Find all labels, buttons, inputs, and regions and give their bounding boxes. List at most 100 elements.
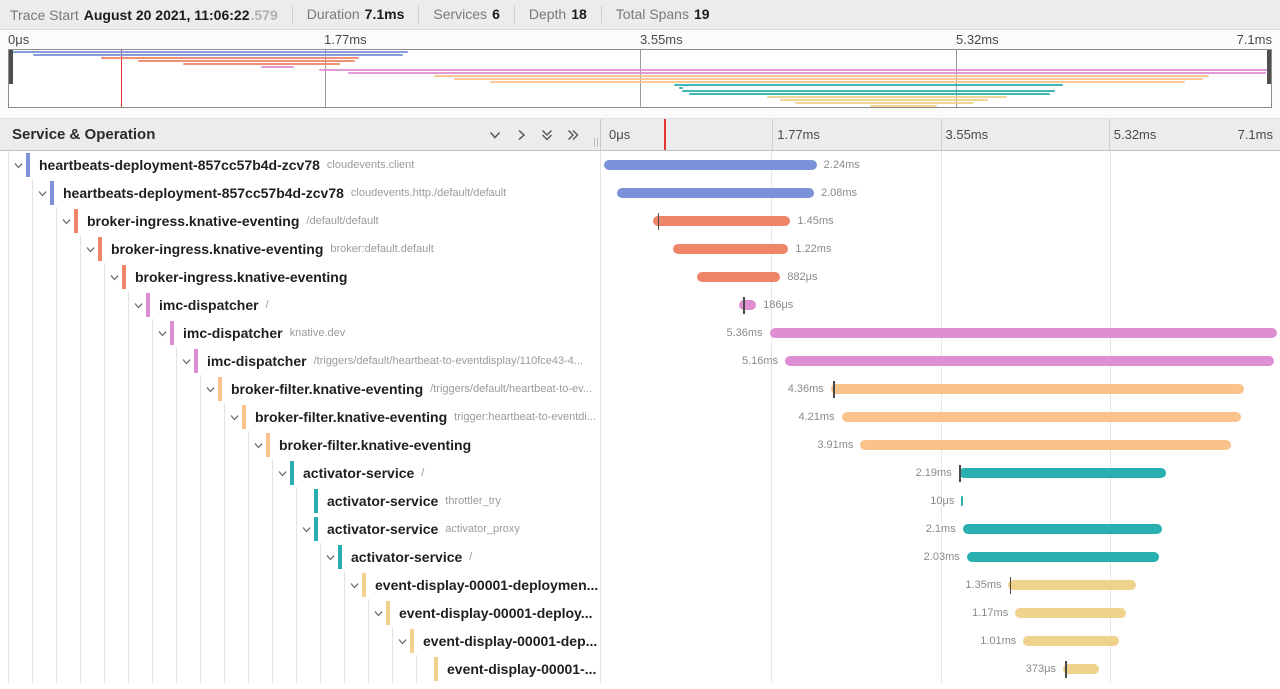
double-chevron-down-icon[interactable] — [540, 128, 554, 142]
span-bar[interactable] — [770, 328, 1277, 338]
span-timeline-cell[interactable]: 2.19ms — [600, 459, 1280, 487]
span-row[interactable]: event-display-00001-deploy... 1.17ms — [0, 599, 1280, 627]
span-row[interactable]: broker-filter.knative-eventing /triggers… — [0, 375, 1280, 403]
span-timeline-cell[interactable]: 2.1ms — [600, 515, 1280, 543]
chevron-right-icon[interactable] — [514, 128, 528, 142]
span-row[interactable]: activator-service / 2.03ms — [0, 543, 1280, 571]
span-bar[interactable] — [785, 356, 1274, 366]
span-log-marker[interactable] — [833, 381, 835, 398]
span-name-cell[interactable]: broker-ingress.knative-eventing — [0, 263, 600, 291]
span-bar[interactable] — [967, 552, 1159, 562]
span-bar[interactable] — [697, 272, 780, 282]
span-name-cell[interactable]: activator-service activator_proxy — [0, 515, 600, 543]
span-name-cell[interactable]: broker-filter.knative-eventing trigger:h… — [0, 403, 600, 431]
minimap-canvas[interactable] — [8, 49, 1272, 108]
chevron-down-icon[interactable] — [154, 328, 170, 339]
span-row[interactable]: broker-ingress.knative-eventing /default… — [0, 207, 1280, 235]
span-name-cell[interactable]: broker-filter.knative-eventing /triggers… — [0, 375, 600, 403]
span-name-cell[interactable]: broker-filter.knative-eventing — [0, 431, 600, 459]
span-timeline-cell[interactable]: 2.08ms — [600, 179, 1280, 207]
chevron-down-icon[interactable] — [298, 524, 314, 535]
span-bar[interactable] — [961, 496, 963, 506]
span-row[interactable]: activator-service / 2.19ms — [0, 459, 1280, 487]
span-timeline-cell[interactable]: 2.24ms — [600, 151, 1280, 179]
span-name-cell[interactable]: imc-dispatcher / — [0, 291, 600, 319]
chevron-down-icon[interactable] — [274, 468, 290, 479]
span-log-marker[interactable] — [1065, 661, 1067, 678]
span-row[interactable]: event-display-00001-dep... 1.01ms — [0, 627, 1280, 655]
span-bar[interactable] — [1008, 580, 1136, 590]
span-timeline-cell[interactable]: 10μs — [600, 487, 1280, 515]
chevron-down-icon[interactable] — [322, 552, 338, 563]
span-timeline-cell[interactable]: 1.22ms — [600, 235, 1280, 263]
chevron-down-icon[interactable] — [82, 244, 98, 255]
span-log-marker[interactable] — [743, 297, 745, 314]
span-name-cell[interactable]: activator-service / — [0, 543, 600, 571]
span-row[interactable]: imc-dispatcher / 186μs — [0, 291, 1280, 319]
span-name-cell[interactable]: heartbeats-deployment-857cc57b4d-zcv78 c… — [0, 151, 600, 179]
span-bar[interactable] — [842, 412, 1241, 422]
span-row[interactable]: broker-filter.knative-eventing trigger:h… — [0, 403, 1280, 431]
span-bar[interactable] — [831, 384, 1244, 394]
span-timeline-cell[interactable]: 5.16ms — [600, 347, 1280, 375]
span-name-cell[interactable]: event-display-00001-dep... — [0, 627, 600, 655]
span-timeline-cell[interactable]: 4.21ms — [600, 403, 1280, 431]
span-bar[interactable] — [1063, 664, 1099, 674]
chevron-down-icon[interactable] — [202, 384, 218, 395]
span-timeline-cell[interactable]: 2.03ms — [600, 543, 1280, 571]
span-row[interactable]: broker-ingress.knative-eventing broker:d… — [0, 235, 1280, 263]
span-log-marker[interactable] — [959, 465, 961, 482]
span-bar[interactable] — [959, 468, 1166, 478]
span-row[interactable]: event-display-00001-... 373μs — [0, 655, 1280, 683]
span-timeline-cell[interactable]: 4.36ms — [600, 375, 1280, 403]
chevron-down-icon[interactable] — [106, 272, 122, 283]
span-row[interactable]: heartbeats-deployment-857cc57b4d-zcv78 c… — [0, 151, 1280, 179]
chevron-down-icon[interactable] — [130, 300, 146, 311]
span-name-cell[interactable]: activator-service / — [0, 459, 600, 487]
span-row[interactable]: imc-dispatcher /triggers/default/heartbe… — [0, 347, 1280, 375]
span-row[interactable]: heartbeats-deployment-857cc57b4d-zcv78 c… — [0, 179, 1280, 207]
span-timeline-cell[interactable]: 882μs — [600, 263, 1280, 291]
span-timeline-cell[interactable]: 186μs — [600, 291, 1280, 319]
span-timeline-cell[interactable]: 1.17ms — [600, 599, 1280, 627]
span-name-cell[interactable]: event-display-00001-deploymen... — [0, 571, 600, 599]
span-bar[interactable] — [673, 244, 789, 254]
span-name-cell[interactable]: broker-ingress.knative-eventing /default… — [0, 207, 600, 235]
span-log-marker[interactable] — [658, 213, 660, 230]
span-row[interactable]: activator-service activator_proxy 2.1ms — [0, 515, 1280, 543]
span-bar[interactable] — [739, 300, 756, 310]
span-bar[interactable] — [860, 440, 1231, 450]
span-bar[interactable] — [1015, 608, 1126, 618]
span-name-cell[interactable]: event-display-00001-deploy... — [0, 599, 600, 627]
chevron-down-icon[interactable] — [178, 356, 194, 367]
span-timeline-cell[interactable]: 373μs — [600, 655, 1280, 683]
span-name-cell[interactable]: activator-service throttler_try — [0, 487, 600, 515]
span-row[interactable]: broker-ingress.knative-eventing 882μs — [0, 263, 1280, 291]
span-timeline-cell[interactable]: 3.91ms — [600, 431, 1280, 459]
double-chevron-right-icon[interactable] — [566, 128, 580, 142]
chevron-down-icon[interactable] — [34, 188, 50, 199]
span-row[interactable]: event-display-00001-deploymen... 1.35ms — [0, 571, 1280, 599]
span-name-cell[interactable]: heartbeats-deployment-857cc57b4d-zcv78 c… — [0, 179, 600, 207]
span-bar[interactable] — [1023, 636, 1119, 646]
span-name-cell[interactable]: imc-dispatcher knative.dev — [0, 319, 600, 347]
span-bar[interactable] — [617, 188, 814, 198]
minimap-left-handle[interactable] — [9, 50, 13, 84]
span-timeline-cell[interactable]: 5.36ms — [600, 319, 1280, 347]
span-row[interactable]: broker-filter.knative-eventing 3.91ms — [0, 431, 1280, 459]
span-name-cell[interactable]: imc-dispatcher /triggers/default/heartbe… — [0, 347, 600, 375]
chevron-down-icon[interactable] — [488, 128, 502, 142]
chevron-down-icon[interactable] — [10, 160, 26, 171]
span-log-marker[interactable] — [1010, 577, 1012, 594]
chevron-down-icon[interactable] — [346, 580, 362, 591]
span-bar[interactable] — [653, 216, 790, 226]
span-row[interactable]: activator-service throttler_try 10μs — [0, 487, 1280, 515]
span-name-cell[interactable]: event-display-00001-... — [0, 655, 600, 683]
chevron-down-icon[interactable] — [58, 216, 74, 227]
minimap-right-handle[interactable] — [1267, 50, 1271, 84]
column-resizer-handle[interactable] — [594, 138, 598, 147]
span-name-cell[interactable]: broker-ingress.knative-eventing broker:d… — [0, 235, 600, 263]
span-timeline-cell[interactable]: 1.45ms — [600, 207, 1280, 235]
span-row[interactable]: imc-dispatcher knative.dev 5.36ms — [0, 319, 1280, 347]
span-timeline-cell[interactable]: 1.35ms — [600, 571, 1280, 599]
